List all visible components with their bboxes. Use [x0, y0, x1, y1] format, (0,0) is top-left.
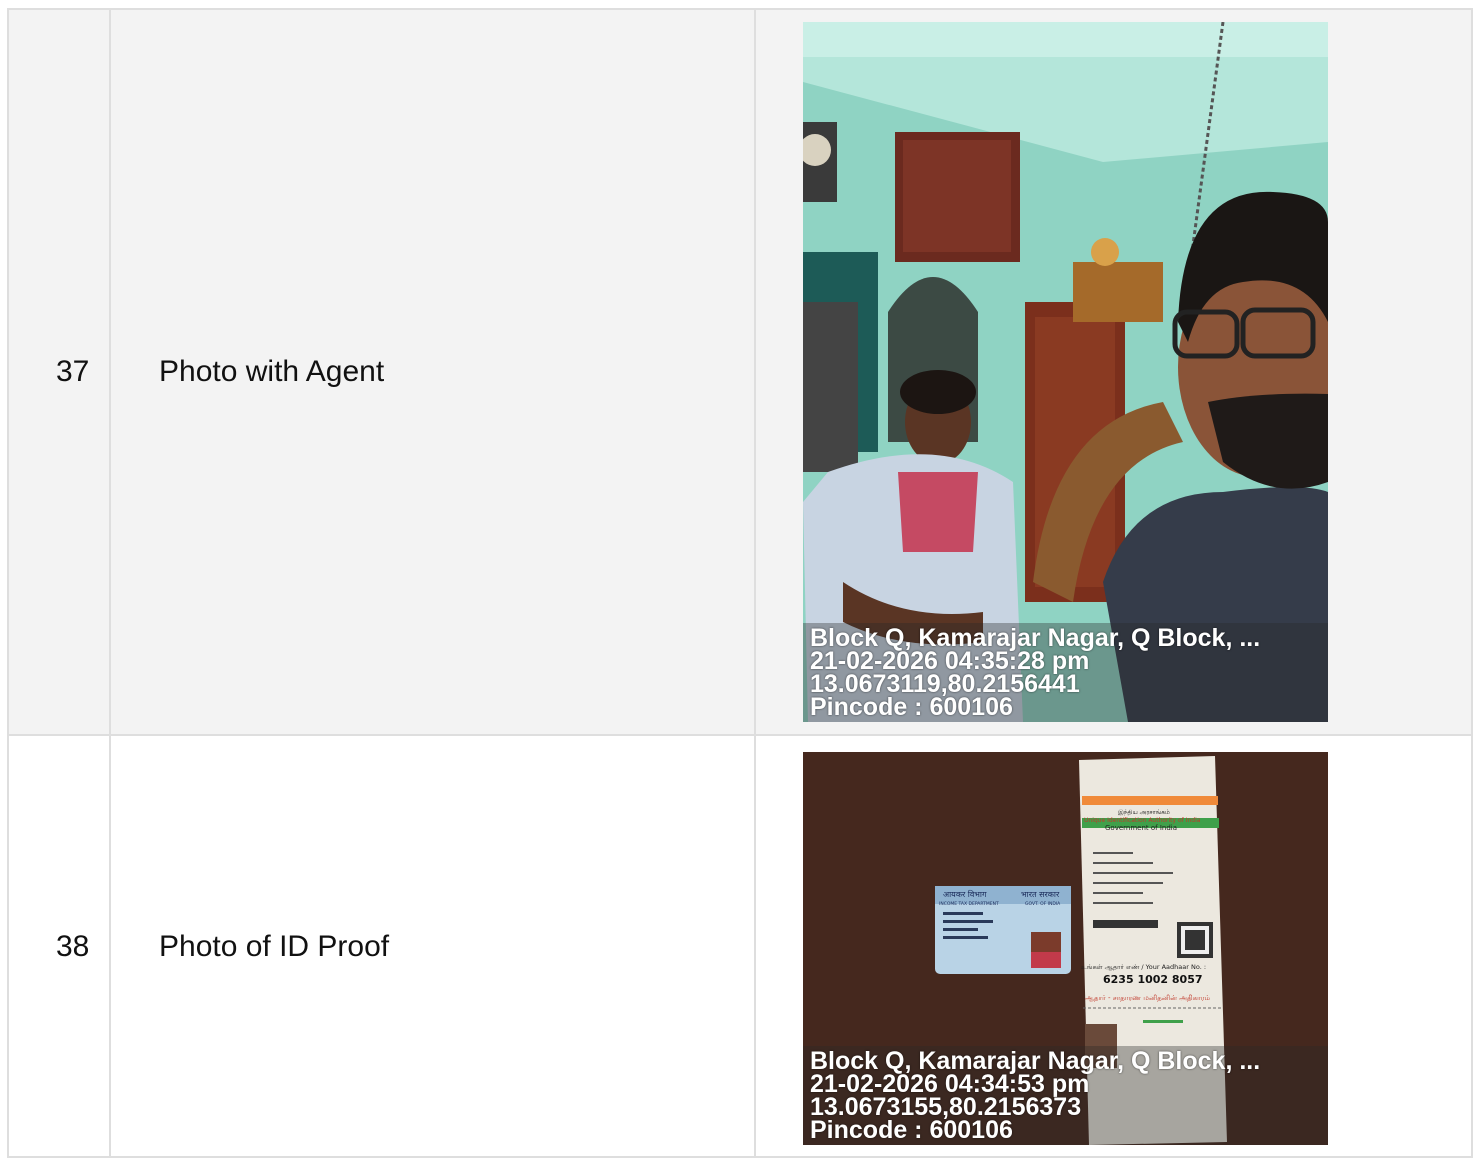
stamp-pincode: Pincode : 600106	[810, 693, 1013, 721]
pan-dept: INCOME TAX DEPARTMENT	[939, 901, 999, 907]
aadhaar-tamil-govt: இந்திய அரசாங்கம்	[1118, 809, 1170, 816]
geotag-stamp: Block Q, Kamarajar Nagar, Q Block, ... 2…	[803, 1046, 1328, 1145]
stamp-pincode: Pincode : 600106	[810, 1116, 1013, 1144]
pan-header-left: आयकर विभाग	[943, 889, 987, 899]
table-row: 37 Photo with Agent Block Q, Kamarajar N…	[7, 8, 1473, 736]
geotag-stamp: Block Q, Kamarajar Nagar, Q Block, ... 2…	[803, 623, 1328, 722]
aadhaar-number: 6235 1002 8057	[1103, 973, 1203, 986]
aadhaar-govt: Government of India	[1105, 824, 1177, 832]
agent-photo: Block Q, Kamarajar Nagar, Q Block, ... 2…	[803, 22, 1328, 722]
agent-photo-image	[803, 22, 1328, 722]
pan-header-right: भारत सरकार	[1021, 890, 1060, 899]
aadhaar-tagline: ஆதார் - சாதாரண மனிதனின் அதிகாரம்	[1085, 994, 1210, 1002]
document-table: 37 Photo with Agent Block Q, Kamarajar N…	[7, 8, 1473, 1158]
pan-govt: GOVT. OF INDIA	[1025, 901, 1061, 907]
row-number: 38	[56, 930, 90, 963]
table-row: 38 Photo of ID Proof आयकर विभाग भारत सरक…	[7, 734, 1473, 1158]
row-number: 37	[56, 355, 90, 388]
row-label: Photo with Agent	[159, 355, 385, 388]
aadhaar-number-label: உங்கள் ஆதார் எண் / Your Aadhaar No. :	[1081, 963, 1206, 971]
id-proof-photo: आयकर विभाग भारत सरकार INCOME TAX DEPARTM…	[803, 752, 1328, 1145]
row-label: Photo of ID Proof	[159, 930, 390, 963]
aadhaar-uidai: Unique Identification Authority of India	[1084, 817, 1201, 824]
pan-card: आयकर विभाग भारत सरकार INCOME TAX DEPARTM…	[935, 886, 1071, 974]
